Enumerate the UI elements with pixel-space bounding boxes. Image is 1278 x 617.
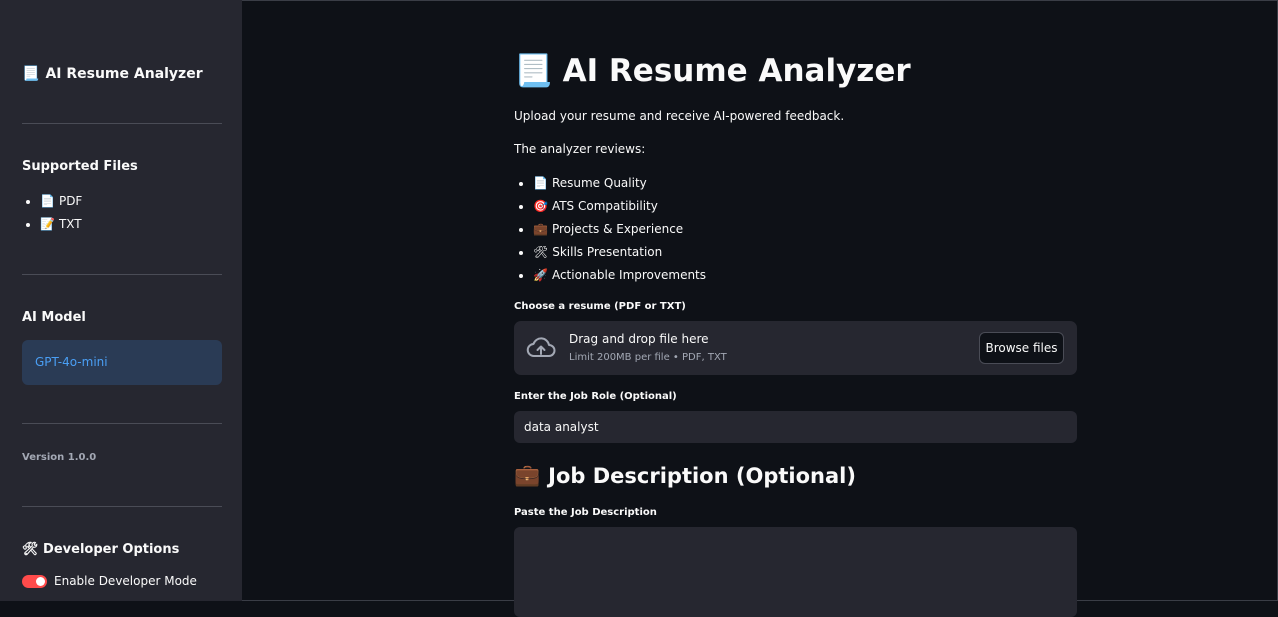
list-item: 💼Projects & Experience <box>533 221 706 244</box>
list-item-label: Actionable Improvements <box>551 268 707 282</box>
dropzone-instructions: Drag and drop file here <box>569 332 709 346</box>
briefcase-icon: 💼 <box>533 222 548 236</box>
list-item: 📄PDF <box>40 193 82 216</box>
list-item-label: Resume Quality <box>551 176 647 190</box>
memo-icon: 📝 <box>40 217 55 231</box>
job-role-label: Enter the Job Role (Optional) <box>514 391 677 402</box>
reviews-heading: The analyzer reviews: <box>514 142 646 156</box>
list-item: 🛠Skills Presentation <box>533 244 706 267</box>
divider <box>22 274 222 275</box>
sidebar-title-text: AI Resume Analyzer <box>45 66 203 82</box>
ai-model-heading: AI Model <box>22 310 86 325</box>
tools-icon: 🛠 <box>22 542 39 557</box>
supported-files-list: 📄PDF 📝TXT <box>22 193 82 239</box>
cloud-upload-icon <box>526 337 556 357</box>
page-title-text: AI Resume Analyzer <box>562 52 911 89</box>
target-icon: 🎯 <box>533 199 548 213</box>
dropzone-limits: Limit 200MB per file • PDF, TXT <box>569 352 727 363</box>
page-icon: 📃 <box>514 53 553 89</box>
browse-files-button[interactable]: Browse files <box>979 332 1064 364</box>
list-item-label: Projects & Experience <box>551 222 684 236</box>
intro-text: Upload your resume and receive AI-powere… <box>514 109 845 123</box>
document-icon: 📄 <box>533 176 548 190</box>
job-description-heading: 💼 Job Description (Optional) <box>514 463 856 488</box>
tools-icon: 🛠 <box>533 245 549 259</box>
ai-model-info: GPT-4o-mini <box>22 340 222 385</box>
list-item-label: TXT <box>58 217 82 231</box>
sidebar-title: 📃 AI Resume Analyzer <box>22 66 203 82</box>
version-text: Version 1.0.0 <box>22 452 97 463</box>
rocket-icon: 🚀 <box>533 268 548 282</box>
sidebar: 📃 AI Resume Analyzer Supported Files 📄PD… <box>0 0 242 601</box>
briefcase-icon: 💼 <box>514 463 541 487</box>
list-item: 📄Resume Quality <box>533 175 706 198</box>
job-description-label: Paste the Job Description <box>514 507 657 518</box>
developer-options-heading: 🛠 Developer Options <box>22 542 179 557</box>
features-list: 📄Resume Quality 🎯ATS Compatibility 💼Proj… <box>514 175 706 290</box>
developer-options-text: Developer Options <box>43 542 180 557</box>
job-role-input[interactable] <box>514 411 1077 443</box>
divider <box>22 506 222 507</box>
list-item: 📝TXT <box>40 216 82 239</box>
list-item: 🎯ATS Compatibility <box>533 198 706 221</box>
job-description-heading-text: Job Description (Optional) <box>548 463 856 488</box>
document-icon: 📄 <box>40 194 55 208</box>
job-description-textarea[interactable] <box>514 527 1077 617</box>
list-item-label: Skills Presentation <box>552 245 663 259</box>
list-item-label: ATS Compatibility <box>551 199 658 213</box>
page-title: 📃 AI Resume Analyzer <box>514 52 911 90</box>
developer-mode-label: Enable Developer Mode <box>54 574 197 588</box>
divider <box>22 123 222 124</box>
file-dropzone[interactable]: Drag and drop file here Limit 200MB per … <box>514 321 1077 375</box>
list-item: 🚀Actionable Improvements <box>533 267 706 290</box>
developer-mode-toggle-row[interactable]: Enable Developer Mode <box>22 574 197 588</box>
list-item-label: PDF <box>58 194 83 208</box>
supported-files-heading: Supported Files <box>22 159 138 174</box>
upload-label: Choose a resume (PDF or TXT) <box>514 301 686 312</box>
divider <box>22 423 222 424</box>
developer-mode-toggle[interactable] <box>22 574 47 588</box>
page-icon: 📃 <box>22 66 40 82</box>
